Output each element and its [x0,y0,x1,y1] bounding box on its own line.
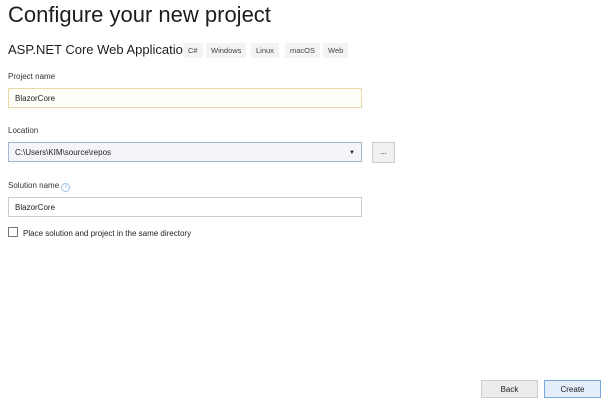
same-directory-checkbox[interactable] [8,227,18,237]
back-button[interactable]: Back [481,380,538,398]
project-name-input[interactable]: BlazorCore [8,88,362,108]
tag-macos: macOS [285,43,321,58]
location-value: C:\Users\KIM\source\repos [15,148,112,157]
create-button[interactable]: Create [544,380,601,398]
tag-csharp: C# [183,43,203,58]
template-name: ASP.NET Core Web Application [8,42,191,57]
location-select[interactable]: C:\Users\KIM\source\repos ▼ [8,142,362,162]
browse-button[interactable]: ... [372,142,395,163]
solution-name-label: Solution name i [8,181,71,192]
tag-web: Web [323,43,349,58]
info-icon[interactable]: i [61,183,71,192]
chevron-down-icon: ▼ [349,150,355,156]
same-directory-label[interactable]: Place solution and project in the same d… [23,229,191,238]
tag-linux: Linux [251,43,279,58]
project-name-label: Project name [8,72,56,81]
tag-windows: Windows [206,43,247,58]
solution-name-input[interactable]: BlazorCore [8,197,362,217]
page-title: Configure your new project [8,2,271,27]
location-label: Location [8,126,39,135]
